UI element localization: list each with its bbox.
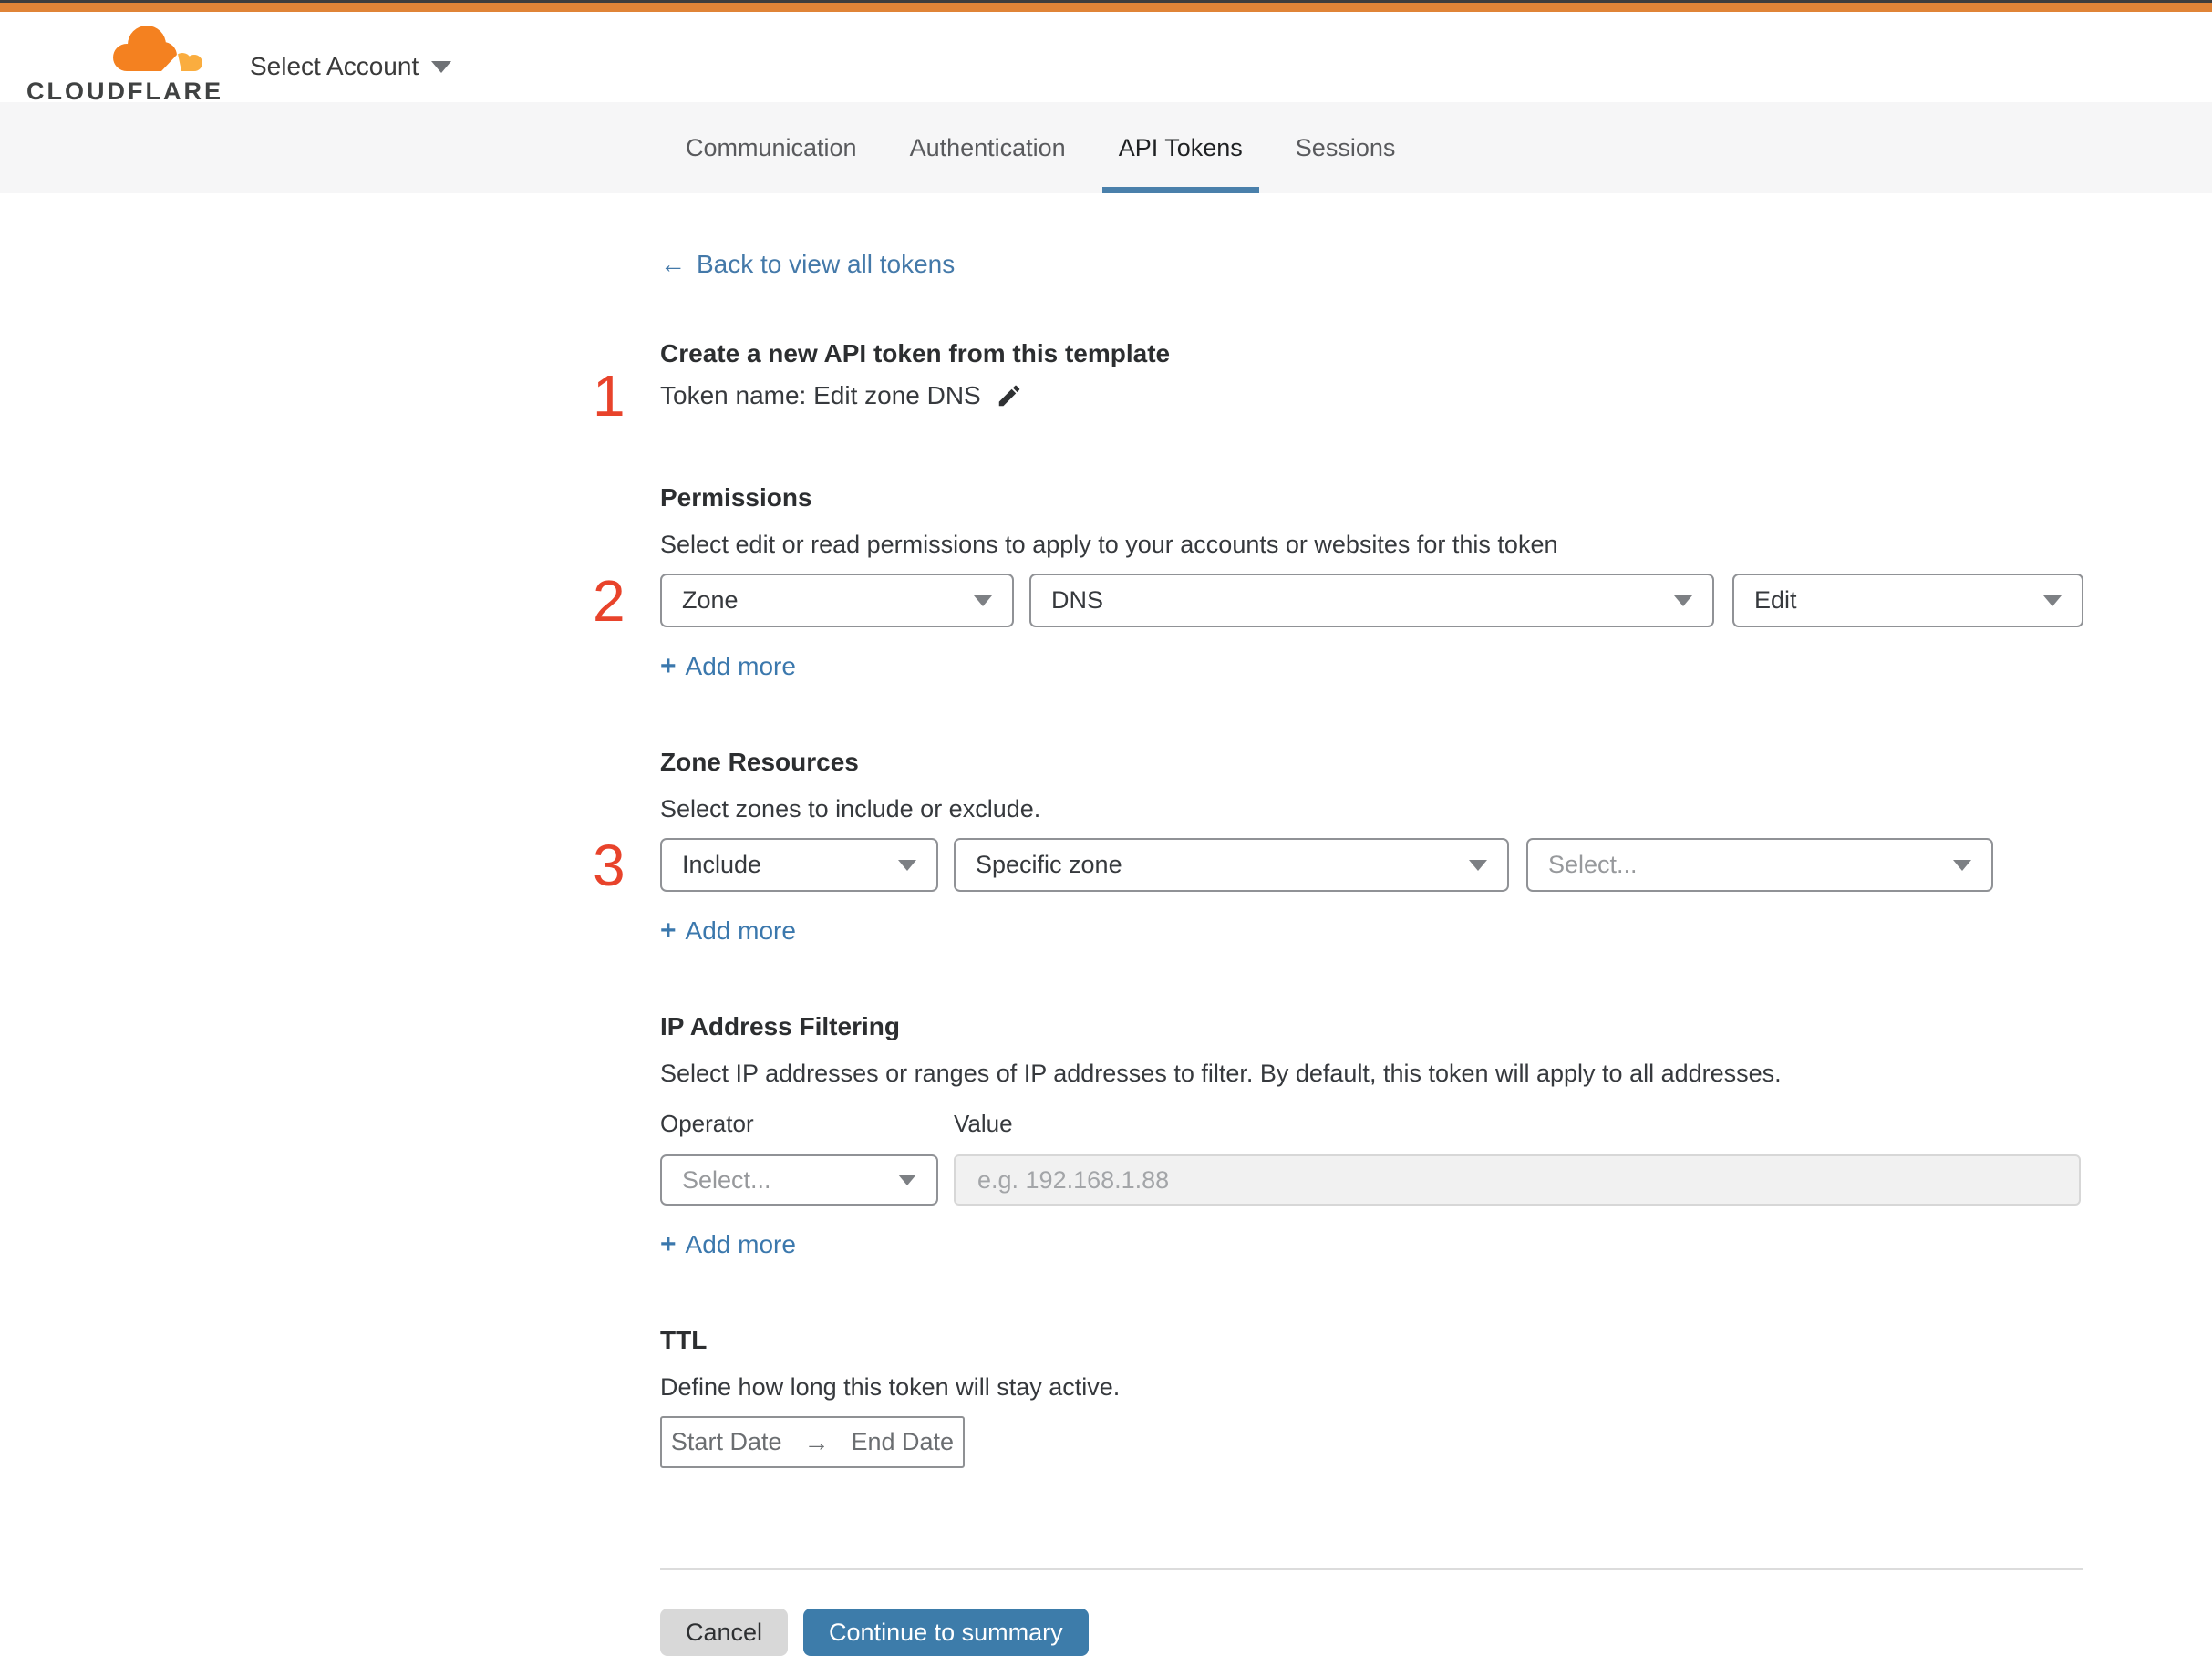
permission-service-select[interactable]: DNS bbox=[1029, 574, 1714, 627]
header: CLOUDFLARE Select Account bbox=[0, 12, 2212, 105]
tab-sessions[interactable]: Sessions bbox=[1279, 102, 1412, 193]
ip-filtering-description: Select IP addresses or ranges of IP addr… bbox=[660, 1060, 1782, 1087]
back-arrow-icon: ← bbox=[660, 250, 686, 278]
chevron-down-icon bbox=[431, 60, 452, 73]
chevron-down-icon bbox=[974, 595, 992, 606]
ip-filtering-row: Select... bbox=[660, 1154, 2083, 1206]
brand-top-bar bbox=[0, 3, 2212, 12]
continue-button[interactable]: Continue to summary bbox=[803, 1609, 1089, 1656]
chevron-down-icon bbox=[2043, 595, 2062, 606]
zone-include-select[interactable]: Include bbox=[660, 838, 938, 892]
cloudflare-cloud-icon bbox=[113, 26, 202, 71]
tab-authentication[interactable]: Authentication bbox=[894, 102, 1082, 193]
token-name-label: Token name: Edit zone DNS bbox=[660, 381, 981, 409]
ip-field-labels: Operator Value bbox=[660, 1110, 2083, 1138]
plus-icon: + bbox=[660, 916, 677, 946]
account-selector-label: Select Account bbox=[250, 52, 419, 80]
back-link[interactable]: ← Back to view all tokens bbox=[660, 250, 955, 279]
ttl-date-range[interactable]: Start Date → End Date bbox=[660, 1416, 965, 1468]
permissions-add-more-link[interactable]: + Add more bbox=[660, 651, 796, 682]
ip-filtering-title: IP Address Filtering bbox=[660, 1012, 900, 1040]
ip-filtering-add-more-link[interactable]: + Add more bbox=[660, 1229, 796, 1260]
step-number-1: 1 bbox=[593, 363, 625, 429]
operator-label: Operator bbox=[660, 1110, 754, 1137]
zone-select[interactable]: Select... bbox=[1526, 838, 1993, 892]
end-date-label: End Date bbox=[851, 1428, 955, 1455]
back-link-label: Back to view all tokens bbox=[697, 250, 956, 278]
tab-bar: Communication Authentication API Tokens … bbox=[0, 102, 2212, 193]
permission-scope-select[interactable]: Zone bbox=[660, 574, 1014, 627]
page-title: Create a new API token from this templat… bbox=[660, 339, 1171, 367]
chevron-down-icon bbox=[1469, 859, 1487, 871]
ip-operator-select[interactable]: Select... bbox=[660, 1154, 938, 1206]
permissions-section: Permissions Select edit or read permissi… bbox=[593, 483, 2083, 682]
chevron-down-icon bbox=[898, 859, 916, 871]
ttl-title: TTL bbox=[660, 1326, 708, 1354]
zone-resources-title: Zone Resources bbox=[660, 748, 859, 776]
step-number-3: 3 bbox=[593, 832, 625, 898]
value-label: Value bbox=[954, 1110, 1013, 1137]
cancel-button[interactable]: Cancel bbox=[660, 1609, 789, 1656]
account-selector[interactable]: Select Account bbox=[250, 52, 452, 81]
plus-icon: + bbox=[660, 651, 677, 681]
permissions-description: Select edit or read permissions to apply… bbox=[660, 531, 1558, 558]
chevron-down-icon bbox=[898, 1175, 916, 1185]
token-name-row: 1 Token name: Edit zone DNS bbox=[593, 367, 2083, 425]
zone-type-select[interactable]: Specific zone bbox=[954, 838, 1509, 892]
main-content: ← Back to view all tokens Create a new A… bbox=[593, 193, 2083, 1656]
tab-api-tokens[interactable]: API Tokens bbox=[1101, 102, 1259, 193]
ttl-description: Define how long this token will stay act… bbox=[660, 1373, 1121, 1401]
permissions-row: 2 Zone DNS Edit bbox=[593, 572, 2083, 630]
ttl-section: TTL Define how long this token will stay… bbox=[660, 1326, 2083, 1468]
footer-divider bbox=[660, 1568, 2083, 1570]
plus-icon: + bbox=[660, 1229, 677, 1259]
step-number-2: 2 bbox=[593, 567, 625, 634]
zone-resources-add-more-link[interactable]: + Add more bbox=[660, 916, 796, 947]
cloudflare-logo: CLOUDFLARE bbox=[26, 19, 221, 106]
permissions-title: Permissions bbox=[660, 483, 812, 512]
chevron-down-icon bbox=[1674, 595, 1692, 606]
zone-resources-description: Select zones to include or exclude. bbox=[660, 795, 1041, 823]
permission-access-select[interactable]: Edit bbox=[1732, 574, 2083, 627]
edit-pencil-icon[interactable] bbox=[996, 382, 1023, 409]
range-arrow-icon: → bbox=[803, 1427, 830, 1456]
start-date-label: Start Date bbox=[670, 1428, 782, 1455]
tab-communication[interactable]: Communication bbox=[669, 102, 873, 193]
zone-resources-row: 3 Include Specific zone Select... bbox=[593, 836, 2083, 895]
ip-filtering-section: IP Address Filtering Select IP addresses… bbox=[660, 1012, 2083, 1260]
chevron-down-icon bbox=[1953, 859, 1971, 871]
zone-resources-section: Zone Resources Select zones to include o… bbox=[593, 748, 2083, 947]
ip-value-input[interactable] bbox=[954, 1154, 2081, 1206]
footer-actions: Cancel Continue to summary bbox=[660, 1609, 2083, 1656]
